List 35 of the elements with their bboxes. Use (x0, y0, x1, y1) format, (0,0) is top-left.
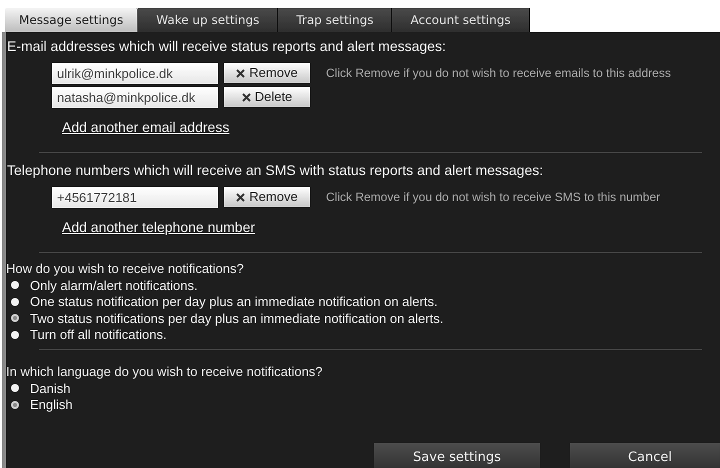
remove-button[interactable]: Remove (224, 63, 310, 83)
radio-button[interactable] (11, 384, 19, 392)
section-heading: Telephone numbers which will receive an SMS with status reports and alert messages: (6, 162, 544, 178)
question-text: In which language do you wish to receive notifications? (6, 363, 324, 380)
settings-tab[interactable]: Account settings (392, 8, 530, 32)
add-link[interactable]: Add another email address (62, 117, 230, 138)
settings-tab[interactable]: Wake up settings (138, 8, 278, 32)
option-label: One status notification per day plus an immediate notification on alerts. (30, 293, 438, 311)
settings-tab[interactable]: Message settings (5, 8, 138, 32)
email-field[interactable]: natasha@minkpolice.dk (52, 86, 218, 108)
email-field[interactable]: ulrik@minkpolice.dk (52, 62, 218, 84)
option-label: Danish (30, 380, 70, 398)
close-icon (242, 92, 251, 102)
option-label: English (30, 396, 73, 414)
hint-text: Click Remove if you do not wish to receive emails to this address (326, 65, 671, 82)
close-icon (236, 192, 246, 202)
footer-button[interactable]: Cancel (570, 443, 720, 468)
add-link[interactable]: Add another telephone number (62, 217, 256, 238)
option-label: Turn off all notifications. (30, 326, 167, 344)
radio-button[interactable] (11, 298, 19, 306)
section-heading: E-mail addresses which will receive status reports and alert messages: (6, 38, 447, 54)
option-label: Only alarm/alert notifications. (30, 276, 198, 295)
remove-button[interactable]: Delete (224, 87, 310, 107)
option-label: Two status notifications per day plus an immediate notification on alerts. (30, 310, 444, 328)
radio-button[interactable] (11, 330, 19, 339)
close-icon (236, 68, 246, 78)
remove-button[interactable]: Remove (224, 187, 310, 207)
phone-field[interactable]: +4561772181 (52, 186, 218, 208)
settings-tab[interactable]: Trap settings (278, 8, 392, 32)
radio-button[interactable] (11, 314, 19, 322)
radio-button[interactable] (11, 400, 19, 409)
question-text: How do you wish to receive notifications? (6, 260, 245, 277)
radio-button[interactable] (11, 281, 19, 290)
footer-button[interactable]: Save settings (374, 443, 540, 468)
hint-text: Click Remove if you do not wish to receive SMS to this number (326, 189, 660, 206)
